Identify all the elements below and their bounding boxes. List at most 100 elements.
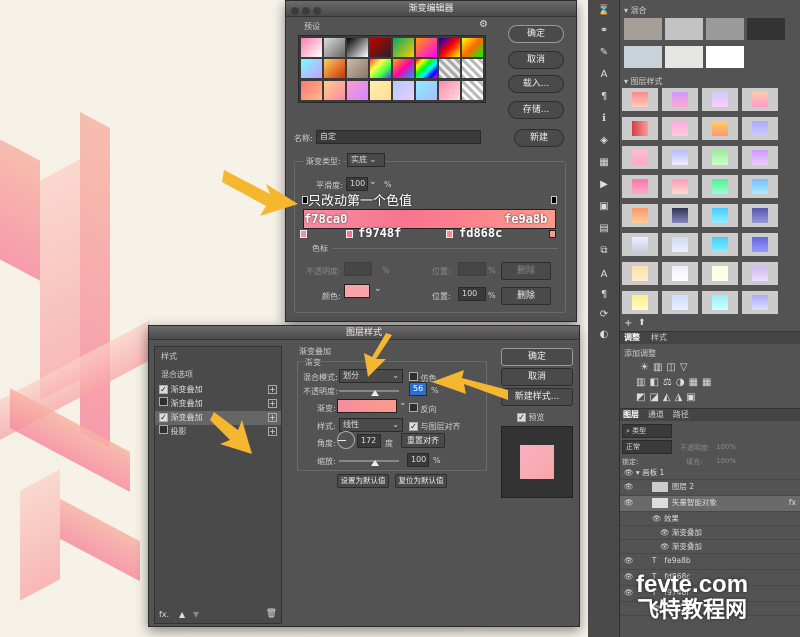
preset-swatch[interactable] <box>301 59 322 79</box>
style-preset[interactable] <box>702 117 738 140</box>
style-preset[interactable] <box>622 175 658 198</box>
align-row[interactable]: 与图层对齐 <box>409 421 461 432</box>
eye-icon[interactable]: 👁 <box>652 514 662 523</box>
smoothness-dropdown-icon[interactable]: ⌄ <box>369 177 377 187</box>
checkbox[interactable] <box>159 385 168 394</box>
swatch[interactable] <box>747 18 785 40</box>
swatch[interactable] <box>665 18 703 40</box>
style-preset[interactable] <box>702 233 738 256</box>
preset-swatch[interactable] <box>462 59 483 79</box>
move-up-icon[interactable]: ▲ <box>179 610 185 619</box>
chevron-down-icon[interactable]: ⌄ <box>374 284 382 294</box>
smoothness-field[interactable]: 100 <box>346 177 368 191</box>
swatch[interactable] <box>706 45 744 68</box>
reset-default-button[interactable]: 复位为默认值 <box>395 474 447 488</box>
color-stop[interactable] <box>300 230 307 238</box>
ok-button[interactable]: 确定 <box>508 25 564 43</box>
swatch[interactable] <box>665 45 703 68</box>
style-preset[interactable] <box>742 88 778 111</box>
effects-row[interactable]: 👁 效果 <box>620 512 800 526</box>
layer-style-ok-button[interactable]: 确定 <box>501 348 573 366</box>
style-preset[interactable] <box>662 262 698 285</box>
eye-icon[interactable]: 👁 <box>624 482 634 491</box>
style-preset[interactable] <box>662 204 698 227</box>
style-preset[interactable] <box>662 146 698 169</box>
tab-styles[interactable]: 样式 <box>647 333 671 342</box>
eye-icon[interactable]: 👁 <box>624 588 634 597</box>
new-style-button[interactable]: 新建样式... <box>501 388 573 406</box>
stop-location-field[interactable]: 100 <box>458 287 486 301</box>
style-preset[interactable] <box>742 233 778 256</box>
style-preset[interactable] <box>622 233 658 256</box>
style-preset[interactable] <box>702 88 738 111</box>
preset-swatch[interactable] <box>347 38 368 57</box>
preset-swatch[interactable] <box>462 80 483 100</box>
checkbox[interactable] <box>409 403 418 412</box>
scale-slider[interactable] <box>339 460 399 462</box>
import-icon[interactable]: ⬆ <box>638 318 646 328</box>
adjust-icon[interactable]: ◐ <box>596 328 612 342</box>
opacity-stop-right[interactable] <box>551 196 557 204</box>
effect-row[interactable]: 👁 渐变叠加 <box>620 526 800 540</box>
gradient-type-select[interactable]: 实底 ⌄ <box>347 153 385 167</box>
set-default-button[interactable]: 设置为默认值 <box>337 474 389 488</box>
link-icon[interactable]: ⚭ <box>596 24 612 38</box>
layer-row[interactable]: 👁 矢量智能对象 fx <box>620 496 800 512</box>
tab-layers[interactable]: 图层 <box>620 410 642 419</box>
swatch[interactable] <box>706 18 744 40</box>
style-preset[interactable] <box>662 291 698 314</box>
style-preset[interactable] <box>622 291 658 314</box>
gear-icon[interactable]: ⚙ <box>479 19 488 30</box>
style-preset[interactable] <box>622 146 658 169</box>
save-button[interactable]: 存储... <box>508 101 564 119</box>
preset-swatch[interactable] <box>393 59 414 79</box>
style-preset[interactable] <box>622 117 658 140</box>
window-controls[interactable] <box>291 5 321 21</box>
style-preset[interactable] <box>742 117 778 140</box>
opacity-slider[interactable] <box>339 390 399 392</box>
color-stop[interactable] <box>446 230 453 238</box>
preset-swatch[interactable] <box>324 80 345 100</box>
paragraph-icon[interactable]: ¶ <box>596 288 612 302</box>
style-preset[interactable] <box>622 88 658 111</box>
checkbox[interactable] <box>517 413 526 422</box>
cancel-button[interactable]: 取消 <box>508 51 564 69</box>
layers-comp-icon[interactable]: ▦ <box>596 156 612 170</box>
add-style-icon[interactable]: + <box>624 318 632 329</box>
style-preset[interactable] <box>702 262 738 285</box>
style-preset[interactable] <box>662 175 698 198</box>
chevron-down-icon[interactable]: ⌄ <box>399 398 407 408</box>
name-field[interactable]: 自定 <box>316 130 481 144</box>
preset-swatch[interactable] <box>324 59 345 79</box>
color-stop[interactable] <box>346 230 353 238</box>
tab-paths[interactable]: 路径 <box>670 410 692 419</box>
color-stop[interactable] <box>549 230 556 238</box>
style-preset[interactable] <box>662 88 698 111</box>
fx-icon[interactable]: fx <box>789 496 796 510</box>
effect-row[interactable]: 👁 渐变叠加 <box>620 540 800 554</box>
blend-mode-layers[interactable]: 正常 <box>622 440 672 454</box>
clone-icon[interactable]: ⧉ <box>596 244 612 258</box>
style-preset[interactable] <box>742 291 778 314</box>
tab-channels[interactable]: 通道 <box>645 410 667 419</box>
checkbox[interactable] <box>159 413 168 422</box>
play-icon[interactable]: ▶ <box>596 178 612 192</box>
preset-swatch[interactable] <box>347 80 368 100</box>
preset-swatch[interactable] <box>416 38 437 57</box>
swatch[interactable] <box>624 45 662 68</box>
angle-field[interactable]: 172 <box>357 434 381 448</box>
preset-swatch[interactable] <box>324 38 345 57</box>
preset-swatch[interactable] <box>347 59 368 79</box>
swatch[interactable] <box>624 18 662 40</box>
eye-icon[interactable]: 👁 <box>624 572 634 581</box>
preset-swatch[interactable] <box>439 80 460 100</box>
preset-swatch[interactable] <box>393 38 414 57</box>
refresh-icon[interactable]: ⟳ <box>596 308 612 322</box>
new-gradient-button[interactable]: 新建 <box>514 129 564 147</box>
preset-swatch[interactable] <box>370 38 391 57</box>
blend-options-item[interactable]: 混合选项 <box>155 366 281 383</box>
checkbox[interactable] <box>409 422 418 431</box>
style-item-row-1[interactable]: 渐变叠加 + <box>155 383 281 397</box>
layer-kind-filter[interactable]: ⌕ 类型 <box>622 424 672 438</box>
history-icon[interactable]: ⌛ <box>596 4 612 18</box>
